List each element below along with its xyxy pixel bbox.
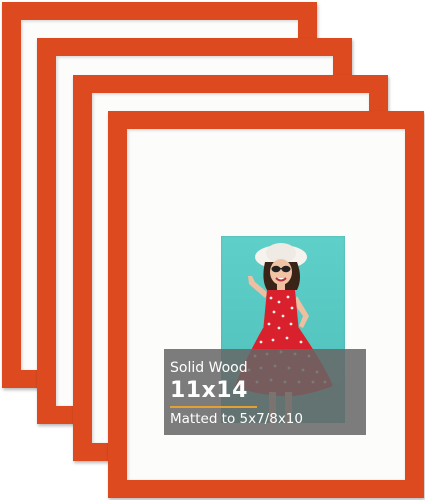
size-underline (170, 406, 257, 408)
picture-frame-front (108, 111, 424, 498)
material-label: Solid Wood (170, 360, 248, 376)
size-label: 11x14 (170, 378, 248, 403)
matted-label: Matted to 5x7/8x10 (170, 411, 303, 427)
product-feature-overlay: Solid Wood 11x14 Matted to 5x7/8x10 (164, 349, 366, 435)
